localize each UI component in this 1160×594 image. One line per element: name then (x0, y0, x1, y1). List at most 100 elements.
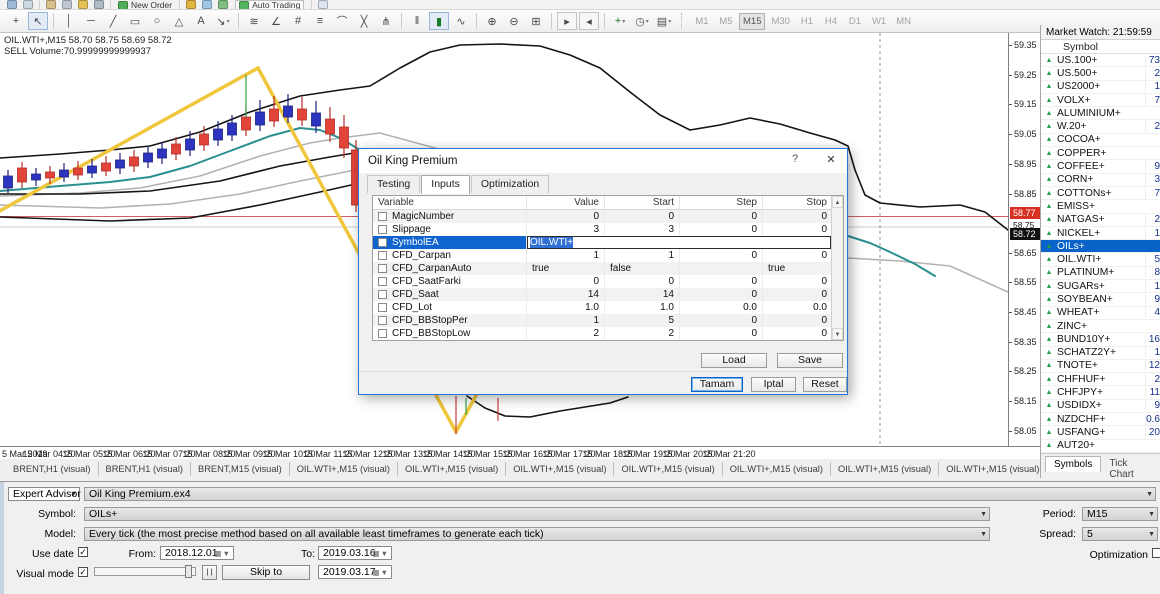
cancel-button[interactable]: Iptal (751, 377, 796, 392)
scroll-down-icon[interactable]: ▼ (832, 328, 843, 340)
navigator-icon[interactable] (78, 0, 88, 9)
market-watch-row[interactable]: ▲ OILs+ (1041, 240, 1160, 254)
new-order-button[interactable]: New Order (118, 0, 172, 9)
data-window-icon[interactable] (62, 0, 72, 9)
vertical-line-icon[interactable]: │ (59, 12, 79, 30)
to-date-field[interactable]: 2019.03.16 ▦▼ (318, 546, 392, 560)
scroll-up-icon[interactable]: ▲ (832, 196, 843, 208)
variable-checkbox[interactable] (378, 225, 387, 234)
chart-tab[interactable]: OIL.WTI+,M15 (visual) (831, 462, 940, 476)
ea-name-select[interactable]: Oil King Premium.ex4 ▼ (84, 487, 1156, 501)
market-watch-symbol-column-header[interactable]: Symbol (1041, 40, 1160, 54)
andrews-pitchfork-icon[interactable]: ⋔ (376, 12, 396, 30)
market-watch-row[interactable]: ▲ NATGAS+ 2 (1041, 214, 1160, 227)
variable-checkbox[interactable] (378, 238, 387, 247)
period-select[interactable]: M15 ▼ (1082, 507, 1158, 521)
input-row[interactable]: CFD_Carpan 1 1 0 0 (373, 249, 843, 262)
market-watch-row[interactable]: ▲ COTTONs+ 7 (1041, 187, 1160, 201)
dialog-tab-testing[interactable]: Testing (367, 175, 421, 193)
save-button[interactable]: Save (777, 353, 843, 368)
market-watch-row[interactable]: ▲ SCHATZ2Y+ 1 (1041, 347, 1160, 360)
market-watch-row[interactable]: ▲ CHFHUF+ 2 (1041, 373, 1160, 387)
optimization-checkbox[interactable] (1152, 548, 1160, 558)
zoom-in-icon[interactable]: ⊕ (482, 12, 502, 30)
chart-tab[interactable]: OIL.WTI+,M15 (visual) (290, 462, 398, 476)
timeframe-m1-button[interactable]: M1 (691, 13, 713, 30)
variable-checkbox[interactable] (378, 212, 387, 221)
market-watch-row[interactable]: ▲ ALUMINIUM+ (1041, 107, 1160, 121)
chart-tab[interactable]: OIL.WTI+,M15 (visual) (614, 462, 723, 476)
from-date-field[interactable]: 2018.12.01 ▦▼ (160, 546, 234, 560)
trendline-icon[interactable]: ╱ (103, 12, 123, 30)
slider-thumb[interactable] (185, 565, 192, 578)
market-watch-row[interactable]: ▲ ZINC+ (1041, 320, 1160, 334)
terminal-icon[interactable] (94, 0, 104, 9)
candlestick-chart-icon[interactable]: ▮ (429, 12, 449, 30)
rectangle-icon[interactable]: ▭ (125, 12, 145, 30)
market-watch-row[interactable]: ▲ US2000+ 1 (1041, 81, 1160, 94)
variable-checkbox[interactable] (378, 251, 387, 260)
timeframe-w1-button[interactable]: W1 (868, 13, 890, 30)
profiles-icon[interactable] (23, 0, 33, 9)
help-icon[interactable] (218, 0, 229, 9)
chart-tab[interactable]: OIL.WTI+,M15 (visual) (398, 462, 507, 476)
chart-tab[interactable]: BRENT,H1 (visual) (99, 462, 191, 476)
skip-to-button[interactable]: Skip to (222, 565, 310, 580)
indicators-icon[interactable]: + ▾ (610, 12, 630, 30)
market-watch-row[interactable]: ▲ US.100+ 73 (1041, 54, 1160, 68)
market-watch-row[interactable]: ▲ COCOA+ (1041, 134, 1160, 148)
variable-checkbox[interactable] (378, 316, 387, 325)
dialog-tab-optimization[interactable]: Optimization (470, 175, 550, 193)
ea-type-select[interactable]: Expert Advisor ▼ (8, 487, 81, 501)
chart-tab[interactable]: BRENT,H1 (visual) (6, 462, 99, 476)
chart-tab[interactable]: BRENT,M15 (visual) (191, 462, 290, 476)
market-watch-row[interactable]: ▲ VOLX+ 7 (1041, 94, 1160, 108)
fibo-fan-icon[interactable]: ∠ (266, 12, 286, 30)
close-icon[interactable]: ✕ (823, 153, 839, 166)
price-axis[interactable]: 58.77 58.75 58.72 59.35 59.25 59.15 59.05 58… (1008, 33, 1040, 446)
visual-speed-slider[interactable] (94, 565, 196, 578)
fibo-expansion-icon[interactable]: ≡ (310, 12, 330, 30)
market-watch-row[interactable]: ▲ NICKEL+ 1 (1041, 227, 1160, 241)
autotrading-button[interactable]: Auto Trading (235, 0, 305, 9)
market-watch-row[interactable]: ▲ US.500+ 2 (1041, 67, 1160, 81)
help-icon[interactable]: ? (787, 153, 803, 165)
table-scrollbar[interactable]: ▲ ▼ (831, 196, 843, 340)
market-watch-row[interactable]: ▲ PLATINUM+ 8 (1041, 267, 1160, 281)
chart-shift-icon[interactable]: ◂ (579, 12, 599, 30)
timeframe-h4-button[interactable]: H4 (820, 13, 842, 30)
chart-tab[interactable]: OIL.WTI+,M15 (visual) (939, 462, 1040, 476)
periods-icon[interactable]: ◷ ▾ (632, 12, 652, 30)
dialog-tab-inputs[interactable]: Inputs (421, 175, 470, 194)
new-chart-icon[interactable] (7, 0, 17, 9)
chart-tab[interactable]: OIL.WTI+,M15 (visual) (506, 462, 615, 476)
auto-scroll-icon[interactable]: ▸ (557, 12, 577, 30)
input-row[interactable]: CFD_BBStopPer 1 5 0 0 (373, 314, 843, 327)
market-watch-row[interactable]: ▲ USFANG+ 20 (1041, 426, 1160, 440)
timeframe-m30-button[interactable]: M30 (767, 13, 793, 30)
timeframe-m15-button[interactable]: M15 (739, 12, 766, 30)
chart-tab[interactable]: OIL.WTI+,M15 (visual) (723, 462, 831, 476)
variable-checkbox[interactable] (378, 290, 387, 299)
triangle-icon[interactable]: △ (169, 12, 189, 30)
input-row[interactable]: CFD_BBStopLow 2 2 0 0 (373, 327, 843, 340)
load-button[interactable]: Load (701, 353, 767, 368)
line-chart-icon[interactable]: ∿ (451, 12, 471, 30)
fibo-arc-icon[interactable]: ⌒ (332, 12, 352, 30)
cursor-icon[interactable]: ↖ (28, 12, 48, 30)
symbol-select[interactable]: OILs+ ▼ (84, 507, 990, 521)
horizontal-line-icon[interactable]: ─ (81, 12, 101, 30)
reset-button[interactable]: Reset (803, 377, 847, 392)
community-icon[interactable] (202, 0, 213, 9)
pause-button[interactable]: | | (202, 565, 217, 580)
search-icon[interactable] (318, 0, 329, 9)
zoom-out-icon[interactable]: ⊖ (504, 12, 524, 30)
crosshair-icon[interactable]: + (6, 12, 26, 30)
fibo-retracement-icon[interactable]: ≋ (244, 12, 264, 30)
bar-chart-icon[interactable]: ‖ (407, 12, 427, 30)
arrows-icon[interactable]: ↘ ▾ (213, 12, 233, 30)
market-watch-row[interactable]: ▲ AUT20+ (1041, 440, 1160, 453)
visual-mode-checkbox[interactable]: ✓ (78, 567, 88, 577)
time-axis[interactable]: 5 Mar 2019 15 Mar 04:20 15 Mar 05:20 15 Mar… (0, 446, 1040, 459)
templates-icon[interactable]: ▤ ▾ (654, 12, 674, 30)
